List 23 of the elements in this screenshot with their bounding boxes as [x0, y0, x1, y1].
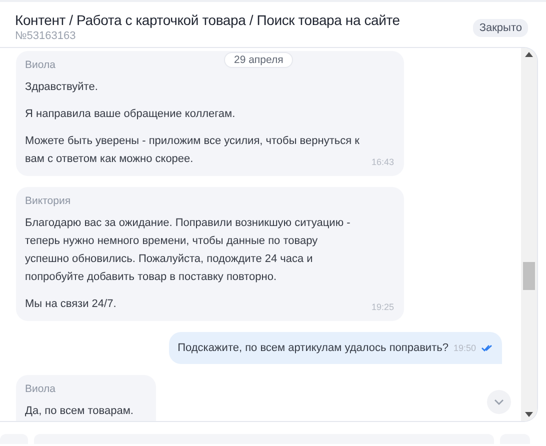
message-text: Я направила ваше обращение коллегам.	[25, 107, 236, 122]
scroll-down-button[interactable]	[487, 390, 511, 414]
chevron-down-icon	[494, 399, 504, 405]
scrollbar-thumb[interactable]	[523, 262, 535, 290]
status-badge: Закрыто	[473, 19, 528, 37]
ticket-title: Контент / Работа с карточкой товара / Поиск товара на сайте	[15, 12, 400, 28]
author-name: Виола	[25, 383, 56, 395]
message-text: Подскажите, по всем артикулам удалось поправить?	[178, 341, 448, 356]
message-text: Да, по всем товарам.	[25, 404, 134, 419]
author-name: Виола	[25, 59, 56, 71]
ticket-number: №53163163	[15, 30, 77, 42]
scrollbar[interactable]	[521, 48, 537, 421]
message-time: 16:43	[371, 157, 394, 167]
message-text: Мы на связи 24/7.	[25, 297, 116, 312]
message-text: Здравствуйте.	[25, 80, 98, 95]
date-chip: 29 апреля	[224, 52, 294, 68]
message-time: 19:50	[453, 343, 476, 353]
message-time: 19:25	[371, 302, 394, 312]
author-name: Виктория	[25, 195, 71, 207]
message-text: Благодарю вас за ожидание. Поправили возникшую ситуацию - теперь нужно немного времени, чтобы данные по товару успешно обновились. Пожалуйста, подождите 24 часа и попробуйте добавить товар в поставку повторно.	[25, 216, 352, 285]
scroll-up-arrow-icon[interactable]	[525, 52, 533, 57]
scroll-down-arrow-icon[interactable]	[525, 412, 533, 417]
message-text: Можете быть уверены - приложим все усилия, чтобы вернуться к вам с ответом как можно скорее.	[25, 134, 360, 167]
